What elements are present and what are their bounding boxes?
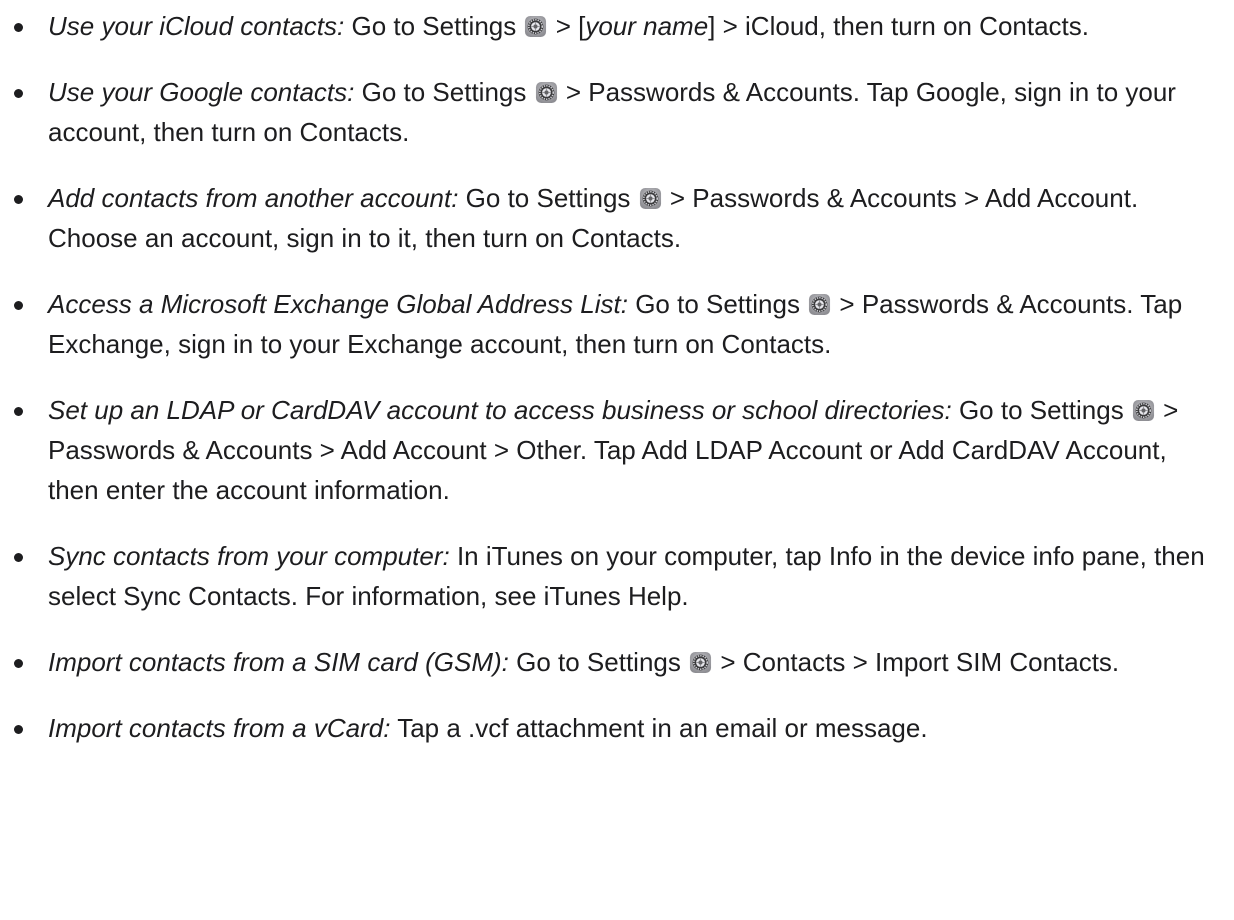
settings-icon bbox=[808, 293, 831, 316]
settings-icon bbox=[689, 651, 712, 674]
item-body-text: ] > iCloud, then turn on Contacts. bbox=[708, 11, 1090, 41]
item-lead-text: Use your Google contacts: bbox=[48, 77, 355, 107]
item-lead-text: Add contacts from another account: bbox=[48, 183, 459, 213]
list-item: Access a Microsoft Exchange Global Addre… bbox=[14, 284, 1214, 364]
item-body-text: > Contacts > Import SIM Contacts. bbox=[713, 647, 1120, 677]
item-lead-text: Import contacts from a vCard: bbox=[48, 713, 391, 743]
settings-icon bbox=[639, 187, 662, 210]
list-item: Sync contacts from your computer: In iTu… bbox=[14, 536, 1214, 616]
item-body-text: Go to Settings bbox=[344, 11, 524, 41]
list-item: Import contacts from a vCard: Tap a .vcf… bbox=[14, 708, 1214, 748]
list-item: Use your iCloud contacts: Go to Settings… bbox=[14, 6, 1214, 46]
document-body: Use your iCloud contacts: Go to Settings… bbox=[0, 0, 1234, 920]
item-lead-text: Access a Microsoft Exchange Global Addre… bbox=[48, 289, 628, 319]
item-body-text: Go to Settings bbox=[508, 647, 689, 677]
list-item: Import contacts from a SIM card (GSM): G… bbox=[14, 642, 1214, 682]
item-lead-text: Import contacts from a SIM card (GSM): bbox=[48, 647, 509, 677]
settings-icon bbox=[535, 81, 558, 104]
item-body-text: Tap a .vcf attachment in an email or mes… bbox=[390, 713, 928, 743]
bullet-list: Use your iCloud contacts: Go to Settings… bbox=[14, 6, 1214, 748]
item-body-text: > [ bbox=[548, 11, 586, 41]
item-lead-text: Use your iCloud contacts: bbox=[48, 11, 345, 41]
item-italic-text: your name bbox=[585, 11, 709, 41]
list-item: Use your Google contacts: Go to Settings… bbox=[14, 72, 1214, 152]
settings-icon bbox=[524, 15, 547, 38]
item-lead-text: Sync contacts from your computer: bbox=[48, 541, 450, 571]
settings-icon bbox=[1132, 399, 1155, 422]
list-item: Set up an LDAP or CardDAV account to acc… bbox=[14, 390, 1214, 510]
item-body-text: Go to Settings bbox=[458, 183, 638, 213]
item-body-text: Go to Settings bbox=[951, 395, 1131, 425]
item-body-text: Go to Settings bbox=[354, 77, 534, 107]
list-item: Add contacts from another account: Go to… bbox=[14, 178, 1214, 258]
item-body-text: Go to Settings bbox=[627, 289, 808, 319]
item-lead-text: Set up an LDAP or CardDAV account to acc… bbox=[48, 395, 952, 425]
